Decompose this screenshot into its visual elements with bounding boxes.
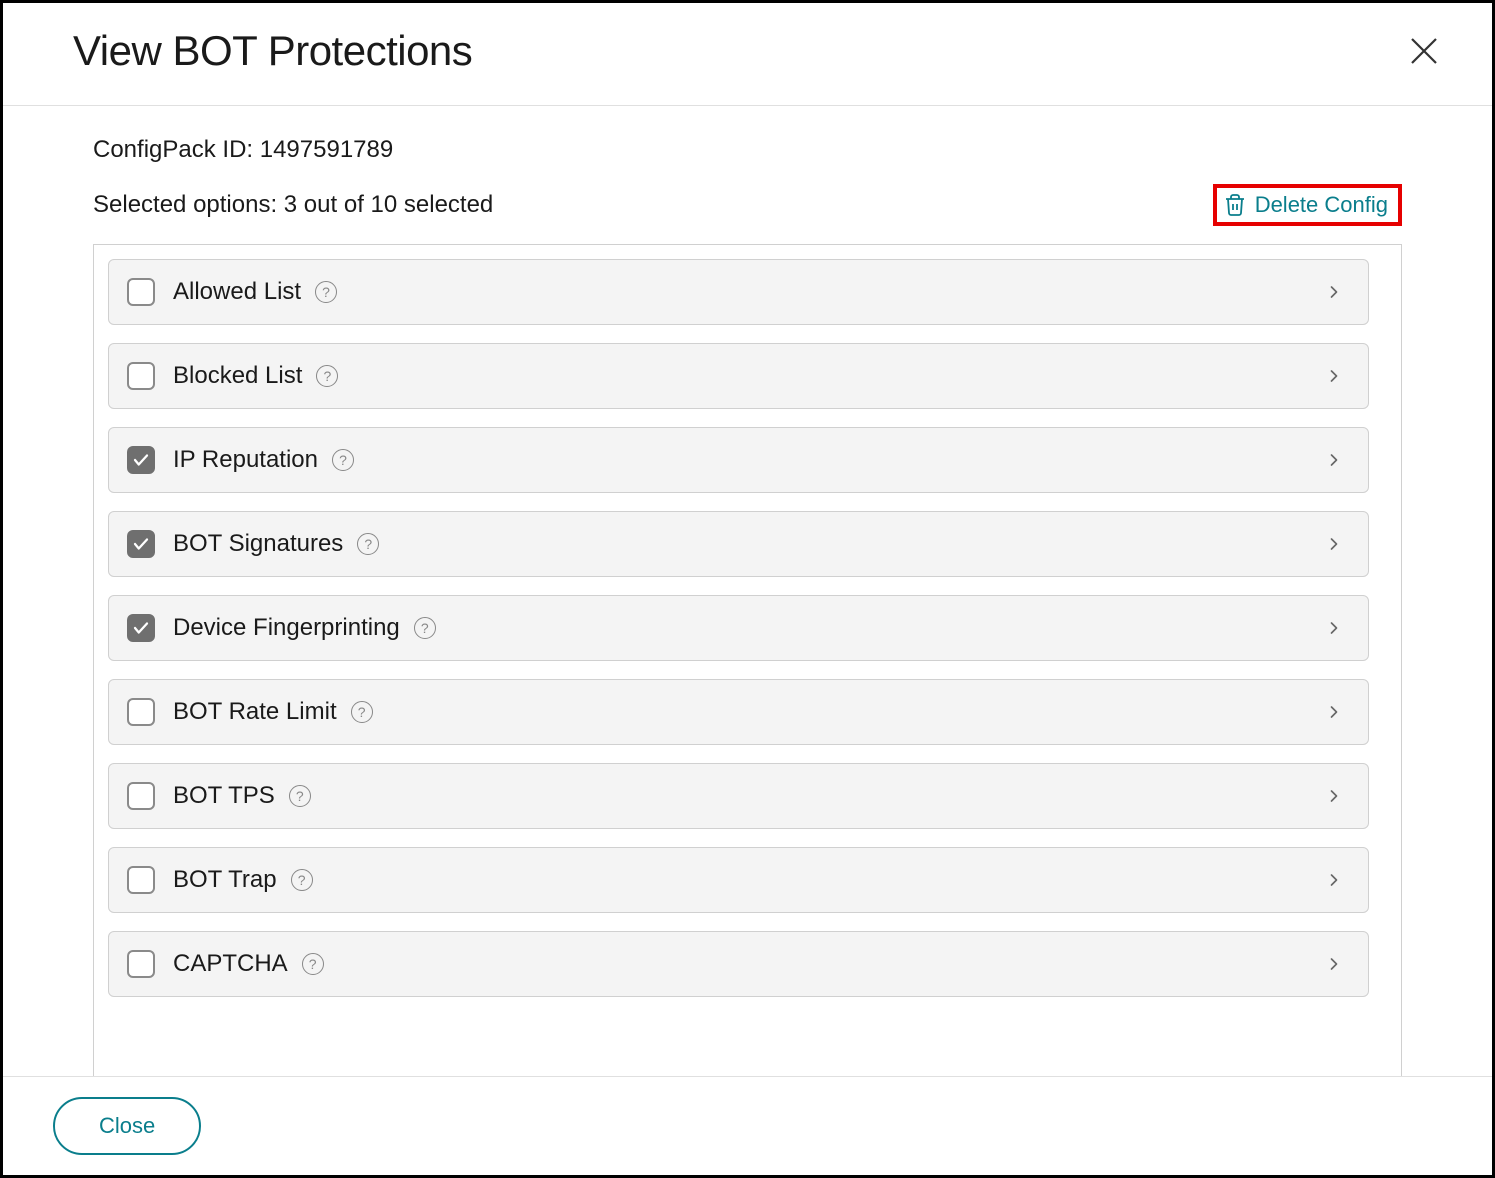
help-icon[interactable]: ? [316,365,338,387]
configpack-id: ConfigPack ID: 1497591789 [93,136,1402,164]
option-checkbox[interactable] [127,614,155,642]
option-label: CAPTCHA [173,950,288,978]
check-icon [132,535,150,553]
option-label: IP Reputation [173,446,318,474]
close-icon[interactable] [1406,33,1442,69]
trash-icon [1223,193,1247,217]
options-summary-row: Selected options: 3 out of 10 selected D… [93,184,1402,226]
view-bot-protections-modal: View BOT Protections ConfigPack ID: 1497… [0,0,1495,1178]
chevron-right-icon [1324,282,1344,302]
selected-options-label: Selected options: 3 out of 10 selected [93,191,493,219]
option-row[interactable]: BOT TPS? [108,763,1369,829]
delete-config-label: Delete Config [1255,192,1388,218]
help-icon[interactable]: ? [357,533,379,555]
option-row[interactable]: IP Reputation? [108,427,1369,493]
option-label: BOT Rate Limit [173,698,337,726]
option-row[interactable]: BOT Signatures? [108,511,1369,577]
option-checkbox[interactable] [127,950,155,978]
help-icon[interactable]: ? [332,449,354,471]
option-checkbox[interactable] [127,446,155,474]
help-icon[interactable]: ? [302,953,324,975]
option-label: BOT Signatures [173,530,343,558]
chevron-right-icon [1324,534,1344,554]
option-row[interactable]: CAPTCHA? [108,931,1369,997]
help-icon[interactable]: ? [414,617,436,639]
chevron-right-icon [1324,366,1344,386]
option-label: BOT Trap [173,866,277,894]
modal-header: View BOT Protections [3,3,1492,106]
option-label: Blocked List [173,362,302,390]
option-row[interactable]: Blocked List? [108,343,1369,409]
help-icon[interactable]: ? [315,281,337,303]
chevron-right-icon [1324,702,1344,722]
option-checkbox[interactable] [127,782,155,810]
chevron-right-icon [1324,450,1344,470]
chevron-right-icon [1324,618,1344,638]
modal-footer: Close [3,1076,1492,1175]
modal-body: ConfigPack ID: 1497591789 Selected optio… [3,106,1492,1076]
check-icon [132,451,150,469]
delete-config-button[interactable]: Delete Config [1213,184,1402,226]
option-label: Device Fingerprinting [173,614,400,642]
chevron-right-icon [1324,786,1344,806]
help-icon[interactable]: ? [289,785,311,807]
option-checkbox[interactable] [127,362,155,390]
option-row[interactable]: Allowed List? [108,259,1369,325]
chevron-right-icon [1324,954,1344,974]
options-list[interactable]: Allowed List?Blocked List?IP Reputation?… [108,259,1379,1076]
help-icon[interactable]: ? [351,701,373,723]
option-checkbox[interactable] [127,698,155,726]
option-checkbox[interactable] [127,278,155,306]
option-label: BOT TPS [173,782,275,810]
option-row[interactable]: BOT Trap? [108,847,1369,913]
modal-title: View BOT Protections [73,27,472,75]
option-checkbox[interactable] [127,530,155,558]
options-list-container: Allowed List?Blocked List?IP Reputation?… [93,244,1402,1076]
check-icon [132,619,150,637]
option-row[interactable]: BOT Rate Limit? [108,679,1369,745]
option-checkbox[interactable] [127,866,155,894]
help-icon[interactable]: ? [291,869,313,891]
chevron-right-icon [1324,870,1344,890]
option-label: Allowed List [173,278,301,306]
option-row[interactable]: Device Fingerprinting? [108,595,1369,661]
close-button[interactable]: Close [53,1097,201,1155]
